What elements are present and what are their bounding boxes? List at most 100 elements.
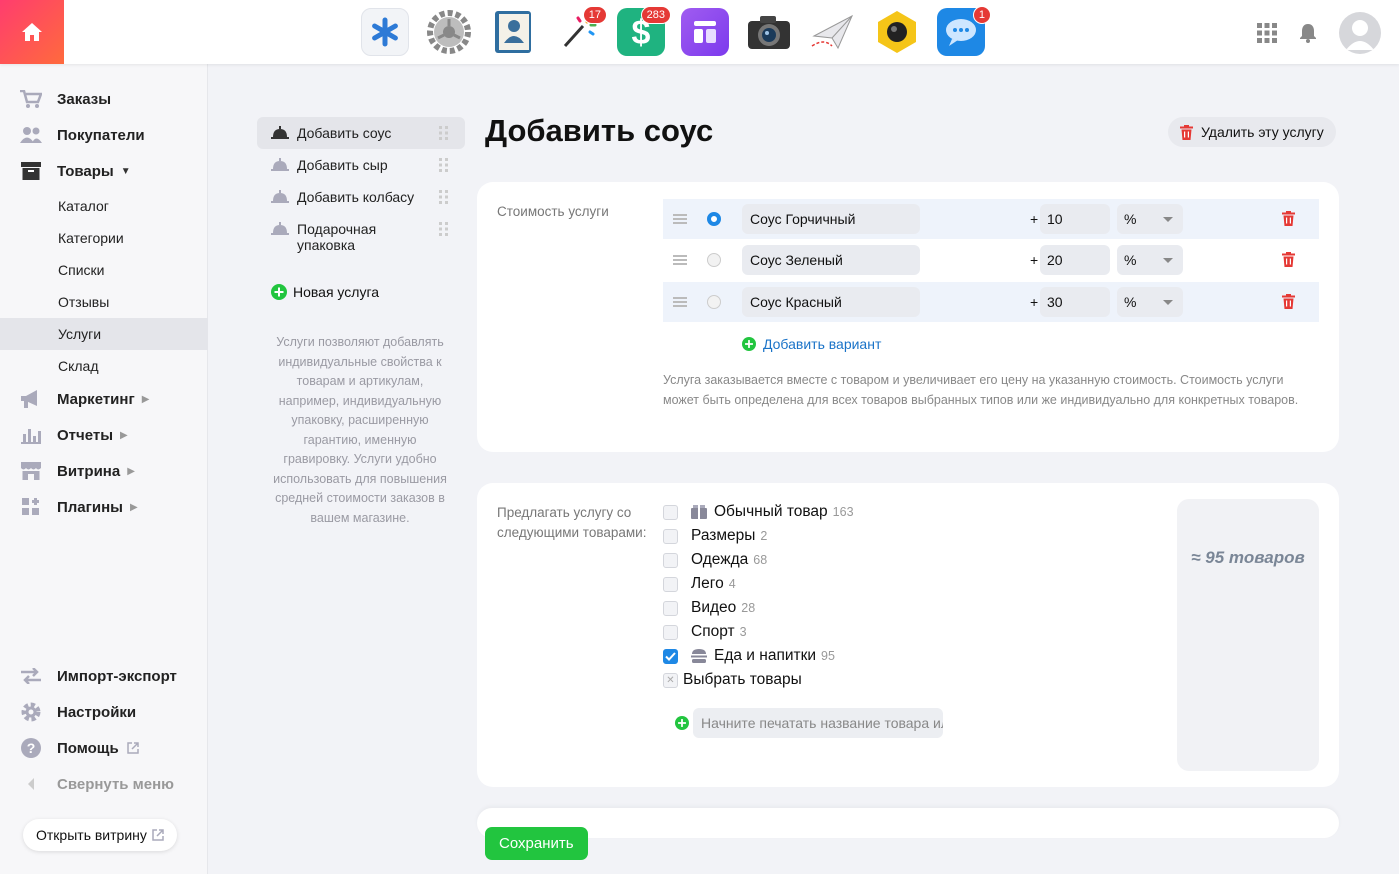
gear-icon (20, 701, 42, 723)
site-builder-app-icon[interactable] (681, 8, 729, 56)
product-type-checkbox[interactable] (663, 504, 678, 520)
sidebar-item-help[interactable]: ? Помощь (0, 730, 208, 766)
trash-icon[interactable] (1282, 211, 1295, 226)
user-avatar[interactable] (1339, 12, 1381, 54)
variant-default-radio[interactable] (707, 295, 721, 309)
delete-service-button[interactable]: Удалить эту услугу (1168, 117, 1336, 147)
sidebar-item-stock[interactable]: Склад (0, 350, 208, 382)
sidebar-item-services[interactable]: Услуги (0, 318, 208, 350)
hexagon-eye-app-icon[interactable] (873, 8, 921, 56)
variant-plus-sign: + (1030, 211, 1039, 227)
variant-price-field[interactable]: 20 (1040, 245, 1110, 275)
service-item-add-sauce[interactable]: Добавить соус (257, 117, 465, 149)
camera-app-icon[interactable] (745, 8, 793, 56)
product-type-checkbox[interactable] (663, 624, 678, 640)
variant-unit-select[interactable]: % (1117, 245, 1183, 275)
sidebar-item-lists[interactable]: Списки (0, 254, 208, 286)
variant-row: Соус Горчичный + 10 % (663, 199, 1319, 239)
check-icon (665, 651, 676, 661)
trash-icon[interactable] (1282, 294, 1295, 309)
plus-circle-icon[interactable] (675, 716, 689, 730)
product-type-checkbox[interactable] (663, 576, 678, 592)
service-item-label: Подарочная упаковка (297, 221, 377, 253)
sidebar-label-import-export: Импорт-экспорт (57, 667, 177, 685)
sidebar-collapse-menu[interactable]: Свернуть меню (0, 766, 208, 802)
sidebar-item-import-export[interactable]: Импорт-экспорт (0, 658, 208, 694)
choose-products-checkbox[interactable]: ✕ (663, 672, 678, 688)
archive-box-icon (20, 160, 42, 182)
drag-handle-icon[interactable] (439, 190, 449, 204)
magic-wand-app-icon[interactable]: 17 (553, 6, 607, 56)
product-type-row[interactable]: Спорт 3 (663, 621, 747, 643)
variant-name-field[interactable]: Соус Горчичный (742, 204, 920, 234)
product-type-checkbox[interactable] (663, 528, 678, 544)
product-type-row[interactable]: Размеры 2 (663, 525, 767, 547)
sidebar-item-storefront[interactable]: Витрина ▶ (0, 453, 208, 489)
sidebar-item-orders[interactable]: Заказы (0, 81, 208, 117)
new-service-button[interactable]: Новая услуга (271, 284, 379, 300)
drag-handle-icon[interactable] (439, 126, 449, 140)
variant-unit-select[interactable]: % (1117, 204, 1183, 234)
product-type-name: Обычный товар (714, 503, 828, 520)
save-button[interactable]: Сохранить (485, 827, 588, 860)
variant-unit-value: % (1124, 252, 1137, 268)
messenger-app-icon[interactable]: 1 (937, 6, 991, 56)
product-type-checkbox[interactable] (663, 600, 678, 616)
paper-plane-app-icon[interactable] (809, 8, 857, 56)
top-bar: 17 $ 283 1 (0, 0, 1399, 64)
service-item-add-cheese[interactable]: Добавить сыр (257, 149, 465, 181)
product-type-count: 68 (753, 553, 768, 567)
sidebar: Заказы Покупатели Товары ▼ Каталог Катег… (0, 64, 208, 874)
sidebar-item-products[interactable]: Товары ▼ (0, 153, 208, 189)
service-item-gift-wrap[interactable]: Подарочная упаковка (257, 213, 465, 261)
drag-handle-icon[interactable] (673, 255, 687, 265)
drag-handle-icon[interactable] (439, 222, 449, 236)
product-type-checkbox[interactable] (663, 648, 678, 664)
product-type-row[interactable]: Лего 4 (663, 573, 736, 595)
product-type-row[interactable]: Видео 28 (663, 597, 755, 619)
variant-default-radio[interactable] (707, 212, 721, 226)
add-variant-label: Добавить вариант (763, 336, 882, 352)
variant-price-field[interactable]: 10 (1040, 204, 1110, 234)
add-variant-link[interactable]: Добавить вариант (742, 336, 881, 352)
trash-icon[interactable] (1282, 252, 1295, 267)
open-store-button[interactable]: Открыть витрину (23, 819, 177, 851)
home-button[interactable] (0, 0, 64, 64)
product-type-row[interactable]: Еда и напитки 95 (663, 645, 835, 667)
variant-default-radio[interactable] (707, 253, 721, 267)
variant-name-field[interactable]: Соус Зеленый (742, 245, 920, 275)
drag-handle-icon[interactable] (673, 297, 687, 307)
sidebar-item-catalog[interactable]: Каталог (0, 190, 208, 222)
product-type-row[interactable]: Одежда 68 (663, 549, 767, 571)
bell-icon[interactable] (1299, 23, 1317, 43)
variant-unit-select[interactable]: % (1117, 287, 1183, 317)
plugins-grid-icon (20, 496, 42, 518)
product-search-input[interactable] (693, 708, 943, 738)
svg-text:?: ? (27, 740, 36, 756)
contacts-book-app-icon[interactable] (489, 8, 537, 56)
service-item-add-sausage[interactable]: Добавить колбасу (257, 181, 465, 213)
sidebar-item-settings[interactable]: Настройки (0, 694, 208, 730)
sidebar-item-reviews[interactable]: Отзывы (0, 286, 208, 318)
sidebar-item-customers[interactable]: Покупатели (0, 117, 208, 153)
asterisk-app-icon[interactable] (361, 8, 409, 56)
drag-handle-icon[interactable] (673, 214, 687, 224)
settings-gear-app-icon[interactable] (425, 8, 473, 56)
dollar-shop-app-icon[interactable]: $ 283 (617, 6, 671, 56)
apps-grid-icon[interactable] (1257, 23, 1277, 43)
sidebar-label-storefront: Витрина (57, 462, 121, 480)
drag-handle-icon[interactable] (439, 158, 449, 172)
sidebar-label-help: Помощь (57, 739, 119, 757)
sidebar-label-marketing: Маркетинг (57, 390, 135, 408)
product-type-name: Еда и напитки (714, 647, 817, 664)
sidebar-item-marketing[interactable]: Маркетинг ▶ (0, 381, 208, 417)
product-type-row[interactable]: Обычный товар 163 (663, 501, 854, 523)
variant-name-field[interactable]: Соус Красный (742, 287, 920, 317)
dropdown-caret-icon (1163, 217, 1173, 222)
sidebar-item-reports[interactable]: Отчеты ▶ (0, 417, 208, 453)
product-type-checkbox[interactable] (663, 552, 678, 568)
variant-price-field[interactable]: 30 (1040, 287, 1110, 317)
sidebar-item-plugins[interactable]: Плагины ▶ (0, 489, 208, 525)
sidebar-item-categories[interactable]: Категории (0, 222, 208, 254)
choose-products-row[interactable]: ✕ Выбрать товары (663, 669, 802, 691)
